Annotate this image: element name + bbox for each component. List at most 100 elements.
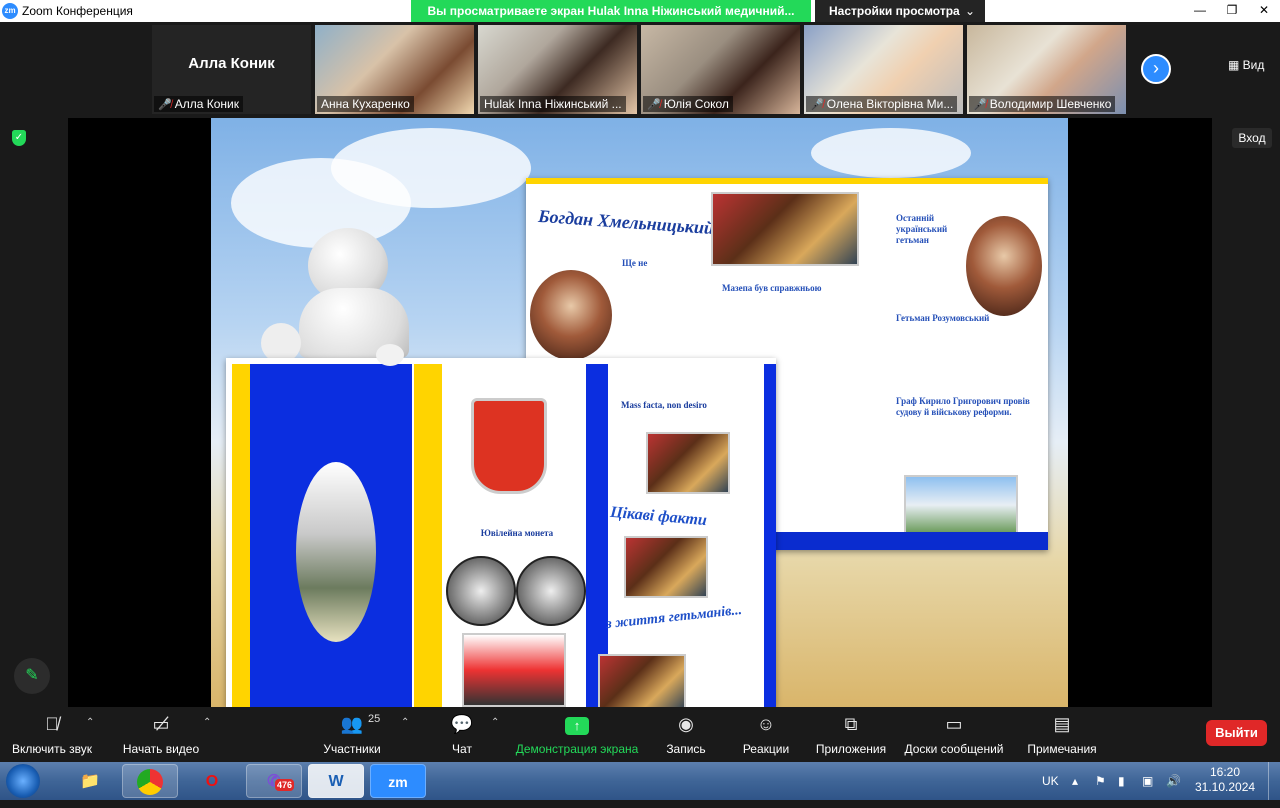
start-video-button[interactable]: ▭̸ Начать видео [122, 713, 200, 756]
blue-panel [764, 364, 776, 707]
viber-icon[interactable]: ✆ 476 [246, 764, 302, 798]
viber-badge: 476 [275, 779, 295, 791]
enter-button[interactable]: Вход [1232, 128, 1272, 148]
chat-label: Чат [452, 742, 472, 756]
yellow-panel [414, 364, 442, 707]
reactions-button[interactable]: ☺ Реакции [741, 713, 791, 756]
windows-start-icon[interactable] [6, 764, 40, 798]
apps-button[interactable]: ⧉ Приложения [813, 713, 889, 756]
participant-tile[interactable]: Алла Коник 🎤̸ Алла Коник [152, 25, 311, 114]
restore-button[interactable]: ❐ [1216, 0, 1248, 22]
whiteboards-button[interactable]: ▭ Доски сообщений [902, 713, 1006, 756]
view-settings-button[interactable]: Настройки просмотра ⌄ [815, 0, 985, 22]
chrome-icon[interactable] [122, 764, 178, 798]
mic-muted-icon: 🎤̸ [647, 99, 661, 111]
system-clock[interactable]: 16:20 31.10.2024 [1195, 765, 1255, 795]
participant-name: Анна Кухаренко [321, 97, 410, 111]
participant-tile[interactable]: Анна Кухаренко [315, 25, 474, 114]
cossacks-picture [462, 633, 566, 707]
picture-palace [904, 475, 1018, 535]
annotate-pencil-icon[interactable]: ✎ [14, 658, 50, 694]
flag-icon[interactable]: ⚑ [1095, 762, 1106, 800]
chat-options-caret[interactable]: ⌃ [491, 717, 499, 728]
share-screen-button[interactable]: ↑ Демонстрация экрана [515, 713, 639, 756]
clock-date: 31.10.2024 [1195, 780, 1256, 794]
record-button[interactable]: ◉ Запись [664, 713, 708, 756]
video-options-caret[interactable]: ⌃ [203, 717, 211, 728]
participant-name-label: 🎤̸ Алла Коник [154, 96, 243, 112]
minimize-button[interactable]: — [1184, 0, 1216, 22]
participant-tile-active-speaker[interactable]: Hulak Inna Ніжинський ... [478, 25, 637, 114]
opera-icon[interactable]: O [184, 764, 240, 798]
cloud [811, 128, 971, 178]
portrait-picture [624, 536, 708, 598]
shared-slide: Богдан Хмельницький Ще не Мазепа був спр… [211, 118, 1068, 707]
chat-button[interactable]: 💬 Чат [446, 713, 478, 756]
audio-options-caret[interactable]: ⌃ [86, 717, 94, 728]
meeting-toolbar: 🎙̸ Включить звук ⌃ ▭̸ Начать видео ⌃ 👥 2… [0, 707, 1280, 762]
word-icon[interactable]: W [308, 764, 364, 798]
shared-screen: Богдан Хмельницький Ще не Мазепа був спр… [68, 118, 1212, 707]
zoom-taskbar-icon[interactable]: zm [370, 764, 426, 798]
participant-name-label: 🎤̸ Юлія Сокол [643, 96, 733, 112]
file-explorer-icon[interactable]: 📁 [62, 764, 118, 798]
participants-label: Участники [323, 742, 381, 756]
portrait-rozumovsky [966, 216, 1042, 316]
volume-icon[interactable]: 🔊 [1166, 762, 1181, 800]
view-settings-label: Настройки просмотра [829, 4, 960, 18]
notes-button[interactable]: ▤ Примечания [1025, 713, 1099, 756]
record-icon: ◉ [678, 714, 694, 734]
share-screen-icon: ↑ [515, 713, 639, 735]
figure-hand [376, 344, 404, 366]
reactions-label: Реакции [742, 742, 790, 756]
battery-icon[interactable]: ▮ [1118, 762, 1125, 800]
brochure-text: Гетьман Розумовський [896, 313, 990, 323]
whiteboards-label: Доски сообщений [904, 742, 1004, 756]
participants-button[interactable]: 👥 25 Участники [322, 713, 382, 756]
monument-picture [296, 462, 376, 642]
blue-stripe [766, 532, 1048, 550]
network-icon[interactable]: ▣ [1142, 762, 1153, 800]
next-page-button[interactable]: › [1141, 54, 1171, 84]
participant-tile[interactable]: 🎤̸ Володимир Шевченко [967, 25, 1126, 114]
unmute-button[interactable]: 🎙̸ Включить звук [10, 713, 94, 756]
notes-icon: ▤ [1053, 714, 1071, 734]
mic-muted-icon: 🎤̸ [973, 99, 987, 111]
brochure-left: Ювілейна монета Mass facta, non desiro Ц… [226, 358, 776, 707]
participant-name: Hulak Inna Ніжинський ... [484, 97, 622, 111]
participant-name: Юлія Сокол [663, 97, 729, 111]
language-indicator[interactable]: UK [1042, 762, 1059, 800]
view-button[interactable]: ▦ Вид [1228, 58, 1264, 72]
brochure-title: Богдан Хмельницький [537, 205, 715, 239]
portrait-picture [646, 432, 730, 494]
grid-icon: ▦ [1228, 58, 1243, 72]
coat-of-arms [471, 398, 547, 494]
show-desktop-button[interactable] [1268, 762, 1280, 800]
coin-caption: Ювілейна монета [480, 528, 554, 538]
leave-button[interactable]: Выйти [1206, 720, 1267, 746]
portrait-khmelnytsky [530, 270, 612, 360]
notes-label: Примечания [1027, 742, 1097, 756]
participant-name: Олена Вікторівна Ми... [826, 97, 954, 111]
facts-subtitle: з життя гетьманів... [605, 602, 743, 633]
participant-name: Володимир Шевченко [989, 97, 1112, 111]
start-video-label: Начать видео [122, 742, 200, 756]
participant-tile[interactable]: 🎤̸ Олена Вікторівна Ми... [804, 25, 963, 114]
participants-options-caret[interactable]: ⌃ [401, 717, 409, 728]
coin-picture [446, 556, 516, 626]
brochure-text: Мазепа був справжньою [722, 283, 822, 293]
motto-text: Mass facta, non desiro [621, 400, 707, 410]
brochure-text: Останній український гетьман [896, 213, 948, 245]
share-screen-label: Демонстрация экрана [515, 742, 639, 756]
share-banner: Вы просматриваете экран Hulak Inna Ніжин… [411, 0, 811, 22]
view-label: Вид [1242, 58, 1265, 72]
participant-tile[interactable]: 🎤̸ Юлія Сокол [641, 25, 800, 114]
close-button[interactable]: ✕ [1248, 0, 1280, 22]
security-shield-icon[interactable]: ✓ [12, 130, 26, 146]
participants-count: 25 [368, 713, 381, 725]
brochure-text: Граф Кирило Григорович провів судову й в… [896, 396, 1030, 417]
mic-muted-icon: 🎤̸ [158, 99, 172, 111]
tray-expand-icon[interactable]: ▴ [1072, 762, 1078, 800]
mic-muted-icon: 🎤̸ [810, 99, 824, 111]
chat-icon: 💬 [450, 714, 474, 734]
